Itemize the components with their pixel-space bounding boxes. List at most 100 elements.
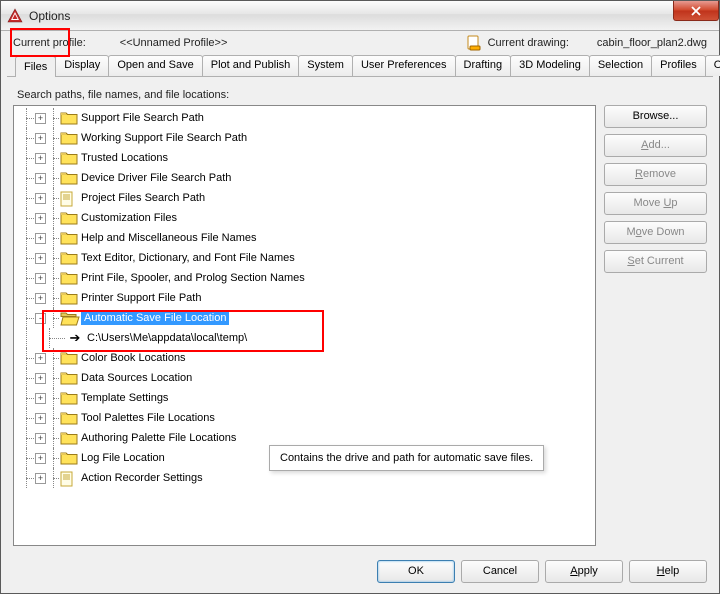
tree-item[interactable]: ➔C:\Users\Me\appdata\local\temp\ — [14, 328, 595, 348]
folder-icon — [60, 111, 78, 125]
ok-button[interactable]: OK — [377, 560, 455, 583]
tree-item[interactable]: + Working Support File Search Path — [14, 128, 595, 148]
tab-profiles[interactable]: Profiles — [651, 55, 706, 76]
expander[interactable]: + — [35, 233, 46, 244]
folder-icon — [60, 391, 78, 405]
folder-icon — [60, 351, 78, 365]
remove-button[interactable]: Remove — [604, 163, 707, 186]
expander[interactable]: + — [35, 453, 46, 464]
expander[interactable]: + — [35, 433, 46, 444]
tree-item-label: Printer Support File Path — [81, 292, 201, 304]
expander[interactable]: + — [35, 113, 46, 124]
expander[interactable]: + — [35, 193, 46, 204]
tree-item-label: Working Support File Search Path — [81, 132, 247, 144]
tree-item-label: Authoring Palette File Locations — [81, 432, 236, 444]
window-title: Options — [29, 9, 70, 23]
side-buttons: Browse... Add... Remove Move Up Move Dow… — [604, 105, 707, 546]
tree-item-label: Support File Search Path — [81, 112, 204, 124]
expander[interactable]: - — [35, 313, 46, 324]
tree-item[interactable]: + Tool Palettes File Locations — [14, 408, 595, 428]
current-drawing-value: cabin_floor_plan2.dwg — [597, 37, 707, 49]
folder-icon — [60, 271, 78, 285]
close-button[interactable] — [673, 1, 719, 21]
expander[interactable]: + — [35, 153, 46, 164]
move-down-button[interactable]: Move Down — [604, 221, 707, 244]
tab-3d-modeling[interactable]: 3D Modeling — [510, 55, 590, 76]
folder-icon — [60, 371, 78, 385]
tree-item[interactable]: + Color Book Locations — [14, 348, 595, 368]
tree-item-label: Template Settings — [81, 392, 168, 404]
folder-icon — [60, 151, 78, 165]
tree-item-label: Device Driver File Search Path — [81, 172, 231, 184]
tree-item-label: Data Sources Location — [81, 372, 192, 384]
tab-plot-and-publish[interactable]: Plot and Publish — [202, 55, 300, 76]
tree-item[interactable]: + Project Files Search Path — [14, 188, 595, 208]
tree-item[interactable]: + Customization Files — [14, 208, 595, 228]
folder-icon — [60, 131, 78, 145]
folder-icon — [60, 411, 78, 425]
expander[interactable]: + — [35, 133, 46, 144]
tab-strip: Files Display Open and Save Plot and Pub… — [1, 51, 719, 76]
tree-item[interactable]: + Support File Search Path — [14, 108, 595, 128]
tree-item[interactable]: + Device Driver File Search Path — [14, 168, 595, 188]
tree-item[interactable]: + Help and Miscellaneous File Names — [14, 228, 595, 248]
tree-item-label: C:\Users\Me\appdata\local\temp\ — [87, 332, 247, 344]
expander[interactable]: + — [35, 173, 46, 184]
tree-item-label: Customization Files — [81, 212, 177, 224]
tab-content: Search paths, file names, and file locat… — [1, 77, 719, 552]
tab-user-preferences[interactable]: User Preferences — [352, 55, 456, 76]
expander[interactable]: + — [35, 253, 46, 264]
folder-icon — [60, 251, 78, 265]
tree-item[interactable]: + Template Settings — [14, 388, 595, 408]
dialog-footer: OK Cancel Apply Help — [1, 552, 719, 593]
cancel-button[interactable]: Cancel — [461, 560, 539, 583]
tree-item-label: Project Files Search Path — [81, 192, 205, 204]
browse-button[interactable]: Browse... — [604, 105, 707, 128]
options-dialog: Options Current profile: <<Unnamed Profi… — [0, 0, 720, 594]
tree-item[interactable]: + Printer Support File Path — [14, 288, 595, 308]
expander[interactable]: + — [35, 353, 46, 364]
folder-icon — [60, 451, 78, 465]
tab-selection[interactable]: Selection — [589, 55, 652, 76]
tree-view[interactable]: + Support File Search Path + Working Suppor… — [13, 105, 596, 546]
app-icon — [7, 8, 23, 24]
tree-item[interactable]: +Action Recorder Settings — [14, 468, 595, 488]
tab-drafting[interactable]: Drafting — [455, 55, 512, 76]
folder-icon — [60, 231, 78, 245]
tree-item[interactable]: - Automatic Save File Location — [14, 308, 595, 328]
tree-item-label: Help and Miscellaneous File Names — [81, 232, 256, 244]
tree-item-label: Print File, Spooler, and Prolog Section … — [81, 272, 305, 284]
section-label: Search paths, file names, and file locat… — [17, 89, 707, 101]
expander[interactable]: + — [35, 273, 46, 284]
tab-open-and-save[interactable]: Open and Save — [108, 55, 202, 76]
apply-button[interactable]: Apply — [545, 560, 623, 583]
expander[interactable]: + — [35, 373, 46, 384]
expander[interactable]: + — [35, 293, 46, 304]
tree-item-label: Color Book Locations — [81, 352, 186, 364]
folder-icon — [60, 171, 78, 185]
current-profile-label: Current profile: — [13, 37, 86, 49]
tree-item[interactable]: + Text Editor, Dictionary, and Font File … — [14, 248, 595, 268]
tab-system[interactable]: System — [298, 55, 353, 76]
set-current-button[interactable]: Set Current — [604, 250, 707, 273]
tree-item[interactable]: + Print File, Spooler, and Prolog Section… — [14, 268, 595, 288]
add-button[interactable]: Add... — [604, 134, 707, 157]
move-up-button[interactable]: Move Up — [604, 192, 707, 215]
expander[interactable]: + — [35, 413, 46, 424]
tab-display[interactable]: Display — [55, 55, 109, 76]
tab-files[interactable]: Files — [15, 56, 56, 77]
tree-item-label: Text Editor, Dictionary, and Font File N… — [81, 252, 295, 264]
file-icon — [60, 471, 78, 485]
tab-online[interactable]: Online — [705, 55, 720, 76]
tree-item[interactable]: + Data Sources Location — [14, 368, 595, 388]
expander[interactable]: + — [35, 213, 46, 224]
expander[interactable]: + — [35, 393, 46, 404]
profile-row: Current profile: <<Unnamed Profile>> Cur… — [1, 31, 719, 51]
current-profile-value: <<Unnamed Profile>> — [120, 37, 228, 49]
tree-item[interactable]: +Trusted Locations — [14, 148, 595, 168]
expander[interactable]: + — [35, 473, 46, 484]
tree-item-label: Tool Palettes File Locations — [81, 412, 215, 424]
current-drawing-label: Current drawing: — [488, 37, 569, 49]
tree-item-label: Automatic Save File Location — [81, 311, 229, 325]
help-button[interactable]: Help — [629, 560, 707, 583]
